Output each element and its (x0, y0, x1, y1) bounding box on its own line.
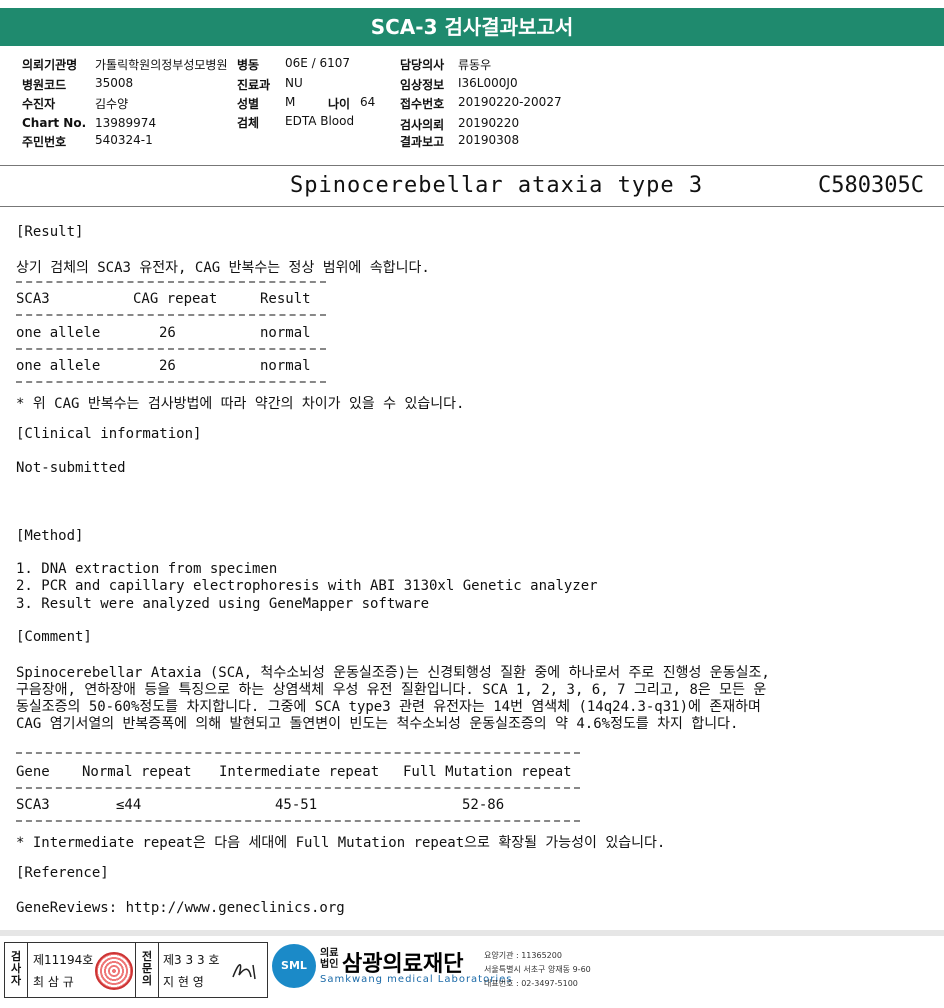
logo-prefix: 의료법인 (320, 948, 339, 970)
report-date-value: 20190308 (458, 133, 520, 147)
result-note: * 위 CAG 반복수는 검사방법에 따라 약간의 차이가 있을 수 있습니다. (16, 396, 465, 412)
specimen-value: EDTA Blood (285, 114, 355, 128)
result-row-result: normal (260, 358, 311, 374)
institution-label: 의뢰기관명 (22, 58, 78, 72)
result-row-allele: one allele (16, 358, 101, 374)
institution-value: 가톨릭학원의정부성모병원 (95, 58, 228, 72)
examiner-name: 최 삼 규 (33, 975, 74, 989)
chart-label: Chart No. (22, 116, 87, 130)
dept-label: 진료과 (237, 78, 271, 92)
comment-note: * Intermediate repeat은 다음 세대에 Full Mutat… (16, 835, 666, 851)
clinical-text: Not-submitted (16, 460, 126, 476)
specialist-license: 제3 3 3 호 (163, 953, 220, 967)
result-heading: [Result] (16, 224, 84, 240)
specimen-label: 검체 (237, 116, 260, 130)
doctor-value: 류동우 (458, 58, 492, 72)
official-seal (95, 952, 133, 990)
result-header-cag: CAG repeat (133, 291, 218, 307)
method-heading: [Method] (16, 528, 84, 544)
result-row-allele: one allele (16, 325, 101, 341)
age-value: 64 (360, 95, 376, 109)
method-step: 3. Result were analyzed using GeneMapper… (16, 596, 430, 612)
divider (0, 206, 944, 207)
divider (0, 165, 944, 166)
repeat-row-intermediate: 45-51 (275, 797, 318, 813)
request-value: 20190220 (458, 116, 520, 130)
hospital-code-label: 병원코드 (22, 78, 67, 92)
table-divider (16, 381, 326, 383)
examiner-license: 제11194호 (33, 953, 94, 967)
chart-value: 13989974 (95, 116, 157, 130)
sml-logo-icon: SML (272, 944, 316, 988)
clinical-label: 임상정보 (400, 78, 445, 92)
patient-label: 수진자 (22, 97, 56, 111)
result-header-result: Result (260, 291, 311, 307)
result-header-sca3: SCA3 (16, 291, 50, 307)
patient-info-block: 의뢰기관명 가톨릭학원의정부성모병원 병동 06E / 6107 담당의사 류동… (0, 46, 944, 162)
repeat-header-full: Full Mutation repeat (403, 764, 572, 780)
comment-line: CAG 염기서열의 반복증폭에 의해 발현되고 돌연변이 빈도는 척수소뇌성 운… (16, 716, 739, 732)
institution-code: 요양기관 : 11365200 (484, 951, 562, 960)
footer: 검사자 제11194호 최 삼 규 전문의 제3 3 3 호 지 현 영 SML… (0, 940, 944, 1008)
repeat-row-gene: SCA3 (16, 797, 50, 813)
specialist-name: 지 현 영 (163, 975, 204, 989)
specialist-label: 전문의 (141, 950, 153, 987)
ward-value: 06E / 6107 (285, 56, 351, 70)
method-step: 1. DNA extraction from specimen (16, 561, 278, 577)
phone: 대표번호 : 02-3497-5100 (484, 979, 578, 988)
report-title: SCA-3 검사결과보고서 (0, 8, 944, 46)
dept-value: NU (285, 76, 303, 90)
age-label: 나이 (328, 97, 351, 111)
id-label: 주민번호 (22, 135, 67, 149)
clinical-value: I36L000J0 (458, 76, 518, 90)
sex-label: 성별 (237, 97, 260, 111)
repeat-header-intermediate: Intermediate repeat (219, 764, 380, 780)
reference-heading: [Reference] (16, 865, 109, 881)
ward-label: 병동 (237, 58, 260, 72)
table-divider (16, 314, 326, 316)
result-row-repeat: 26 (159, 358, 176, 374)
footer-divider (0, 930, 944, 936)
receipt-value: 20190220-20027 (458, 95, 562, 109)
result-row-result: normal (260, 325, 311, 341)
patient-value: 김수양 (95, 97, 129, 111)
hospital-code-value: 35008 (95, 76, 134, 90)
test-name: Spinocerebellar ataxia type 3 (290, 173, 704, 198)
result-row-repeat: 26 (159, 325, 176, 341)
table-divider (16, 787, 580, 789)
doctor-label: 담당의사 (400, 58, 445, 72)
id-value: 540324-1 (95, 133, 153, 147)
repeat-header-normal: Normal repeat (82, 764, 192, 780)
table-divider (16, 348, 326, 350)
table-divider (16, 820, 580, 822)
report-date-label: 결과보고 (400, 135, 445, 149)
request-label: 검사의뢰 (400, 118, 445, 132)
table-divider (16, 281, 326, 283)
sex-value: M (285, 95, 296, 109)
signature (232, 964, 256, 980)
repeat-row-full: 52-86 (462, 797, 505, 813)
clinical-heading: [Clinical information] (16, 426, 202, 442)
address: 서울특별시 서초구 양재동 9-60 (484, 965, 591, 974)
repeat-row-normal: ≤44 (116, 797, 142, 813)
signature-box: 검사자 제11194호 최 삼 규 전문의 제3 3 3 호 지 현 영 (4, 942, 268, 998)
result-summary: 상기 검체의 SCA3 유전자, CAG 반복수는 정상 범위에 속합니다. (16, 260, 430, 276)
comment-heading: [Comment] (16, 629, 92, 645)
receipt-label: 접수번호 (400, 97, 445, 111)
table-divider (16, 752, 580, 754)
test-code: C580305C (818, 173, 924, 198)
repeat-header-gene: Gene (16, 764, 50, 780)
method-step: 2. PCR and capillary electrophoresis wit… (16, 578, 598, 594)
examiner-label: 검사자 (10, 950, 22, 987)
reference-link: GeneReviews: http://www.geneclinics.org (16, 900, 345, 916)
